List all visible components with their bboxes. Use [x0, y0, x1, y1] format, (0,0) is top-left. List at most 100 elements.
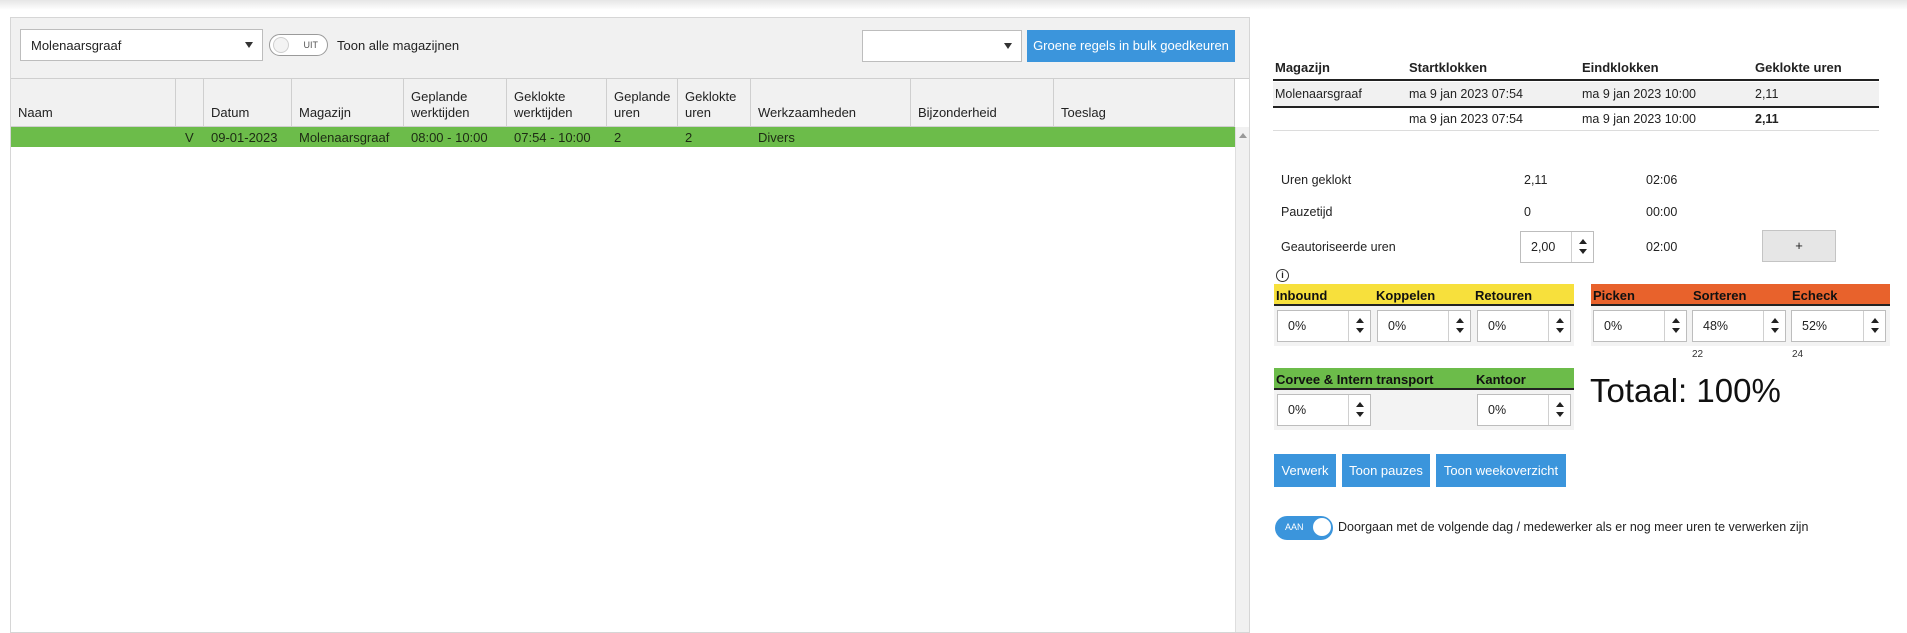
grid-header: Naam Datum Magazijn Geplande werktijden Geklo… — [11, 79, 1235, 127]
arrow-up-icon[interactable] — [1771, 318, 1779, 323]
column-header-label: Bijzonderheid — [918, 105, 997, 120]
picken-percent-stepper[interactable]: 0% — [1593, 310, 1687, 342]
cell-geklokte-uren: 2 — [685, 130, 693, 145]
clock-cell: 2,11 — [1755, 87, 1779, 101]
column-header-label: Naam — [18, 105, 53, 120]
geautoriseerde-uren-time: 02:00 — [1646, 240, 1678, 254]
koppelen-percent-value: 0% — [1388, 319, 1407, 333]
arrow-up-icon[interactable] — [1356, 318, 1364, 323]
inbound-percent-stepper[interactable]: 0% — [1277, 310, 1371, 342]
arrow-up-icon[interactable] — [1579, 239, 1587, 244]
stepper-buttons[interactable] — [1348, 395, 1370, 425]
show-all-warehouses-toggle[interactable]: UIT — [269, 34, 328, 56]
stepper-buttons[interactable] — [1863, 311, 1885, 341]
column-header-werkzaamheden[interactable]: Werkzaamheden — [751, 79, 911, 127]
divider — [1273, 79, 1879, 81]
corvee-percent-value: 0% — [1288, 403, 1307, 417]
yellow-category-header: Inbound Koppelen Retouren — [1274, 284, 1574, 306]
column-header-geklokte-werktijden[interactable]: Geklokte werktijden — [507, 79, 607, 127]
column-header-flag[interactable] — [176, 79, 204, 127]
pauzetijd-value: 0 — [1524, 205, 1531, 219]
clock-header-magazijn: Magazijn — [1275, 60, 1330, 75]
clock-cell: ma 9 jan 2023 07:54 — [1409, 112, 1523, 126]
toggle-state-text: UIT — [303, 40, 319, 50]
column-header-label: Geplande werktijden — [411, 89, 470, 120]
cell-werkzaamheden: Divers — [758, 130, 795, 145]
arrow-down-icon[interactable] — [1556, 412, 1564, 417]
echeck-percent-value: 52% — [1802, 319, 1828, 333]
arrow-down-icon[interactable] — [1556, 328, 1564, 333]
toon-pauzes-button[interactable]: Toon pauzes — [1342, 454, 1430, 487]
clock-cell: ma 9 jan 2023 10:00 — [1582, 87, 1696, 101]
arrow-up-icon[interactable] — [1672, 318, 1680, 323]
column-header-magazijn[interactable]: Magazijn — [292, 79, 404, 127]
arrow-down-icon[interactable] — [1356, 412, 1364, 417]
stepper-buttons[interactable] — [1664, 311, 1686, 341]
stepper-buttons[interactable] — [1348, 311, 1370, 341]
picken-label: Picken — [1593, 288, 1635, 303]
geautoriseerde-uren-value: 2,00 — [1531, 240, 1556, 254]
column-header-geplande-uren[interactable]: Geplande uren — [607, 79, 678, 127]
uren-geklokt-value: 2,11 — [1524, 173, 1548, 187]
arrow-down-icon[interactable] — [1356, 328, 1364, 333]
column-header-geplande-werktijden[interactable]: Geplande werktijden — [404, 79, 507, 127]
picken-percent-value: 0% — [1604, 319, 1623, 333]
column-header-toeslag[interactable]: Toeslag — [1054, 79, 1235, 127]
clock-header-end: Eindklokken — [1582, 60, 1659, 75]
arrow-down-icon[interactable] — [1672, 328, 1680, 333]
sorteren-percent-stepper[interactable]: 48% — [1692, 310, 1786, 342]
kantoor-percent-stepper[interactable]: 0% — [1477, 394, 1571, 426]
column-header-naam[interactable]: Naam — [11, 79, 176, 127]
stepper-buttons[interactable] — [1548, 311, 1570, 341]
stepper-buttons[interactable] — [1763, 311, 1785, 341]
arrow-up-icon[interactable] — [1356, 402, 1364, 407]
cell-geklokte-werktijden: 07:54 - 10:00 — [514, 130, 591, 145]
clock-total-hours: 2,11 — [1755, 112, 1779, 126]
arrow-down-icon[interactable] — [1871, 328, 1879, 333]
arrow-down-icon[interactable] — [1579, 249, 1587, 254]
column-header-label: Magazijn — [299, 105, 352, 120]
retouren-percent-stepper[interactable]: 0% — [1477, 310, 1571, 342]
vertical-scrollbar[interactable] — [1235, 127, 1249, 632]
column-header-label: Datum — [211, 105, 250, 120]
arrow-down-icon[interactable] — [1771, 328, 1779, 333]
stepper-buttons[interactable] — [1571, 232, 1593, 262]
verwerk-button[interactable]: Verwerk — [1274, 454, 1336, 487]
arrow-up-icon[interactable] — [1556, 318, 1564, 323]
hours-grid: Naam Datum Magazijn Geplande werktijden Geklo… — [11, 78, 1249, 632]
clock-header-hours: Geklokte uren — [1755, 60, 1842, 75]
arrow-up-icon[interactable] — [1456, 318, 1464, 323]
orange-category-header: Picken Sorteren Echeck — [1591, 284, 1890, 306]
filter-select[interactable] — [862, 30, 1022, 62]
continue-next-toggle[interactable]: AAN — [1275, 516, 1333, 540]
warehouse-select[interactable]: Molenaarsgraaf — [20, 29, 263, 61]
koppelen-percent-stepper[interactable]: 0% — [1377, 310, 1471, 342]
echeck-note: 24 — [1792, 349, 1804, 360]
clock-header-start: Startklokken — [1409, 60, 1488, 75]
column-header-bijzonderheid[interactable]: Bijzonderheid — [911, 79, 1054, 127]
echeck-label: Echeck — [1792, 288, 1838, 303]
stepper-buttons[interactable] — [1448, 311, 1470, 341]
geautoriseerde-uren-label: Geautoriseerde uren — [1281, 240, 1396, 254]
table-row[interactable]: V 09-01-2023 Molenaarsgraaf 08:00 - 10:00 07… — [11, 127, 1235, 147]
sorteren-note: 22 — [1692, 349, 1704, 360]
toon-weekoverzicht-button[interactable]: Toon weekoverzicht — [1436, 454, 1566, 487]
corvee-percent-stepper[interactable]: 0% — [1277, 394, 1371, 426]
scroll-up-icon[interactable] — [1239, 133, 1247, 138]
hours-panel: Molenaarsgraaf UIT Toon alle magazijnen … — [10, 17, 1250, 633]
arrow-up-icon[interactable] — [1871, 318, 1879, 323]
bulk-approve-button[interactable]: Groene regels in bulk goedkeuren — [1027, 30, 1235, 62]
arrow-down-icon[interactable] — [1456, 328, 1464, 333]
kantoor-label: Kantoor — [1476, 372, 1526, 387]
info-icon[interactable]: i — [1276, 269, 1289, 282]
echeck-percent-stepper[interactable]: 52% — [1791, 310, 1886, 342]
column-header-datum[interactable]: Datum — [204, 79, 292, 127]
add-button[interactable]: + — [1762, 230, 1836, 262]
chevron-down-icon — [1004, 43, 1012, 49]
column-header-geklokte-uren[interactable]: Geklokte uren — [678, 79, 751, 127]
geautoriseerde-uren-stepper[interactable]: 2,00 — [1520, 231, 1594, 263]
stepper-buttons[interactable] — [1548, 395, 1570, 425]
arrow-up-icon[interactable] — [1556, 402, 1564, 407]
kantoor-percent-value: 0% — [1488, 403, 1507, 417]
column-header-label: Geplande uren — [614, 89, 671, 120]
